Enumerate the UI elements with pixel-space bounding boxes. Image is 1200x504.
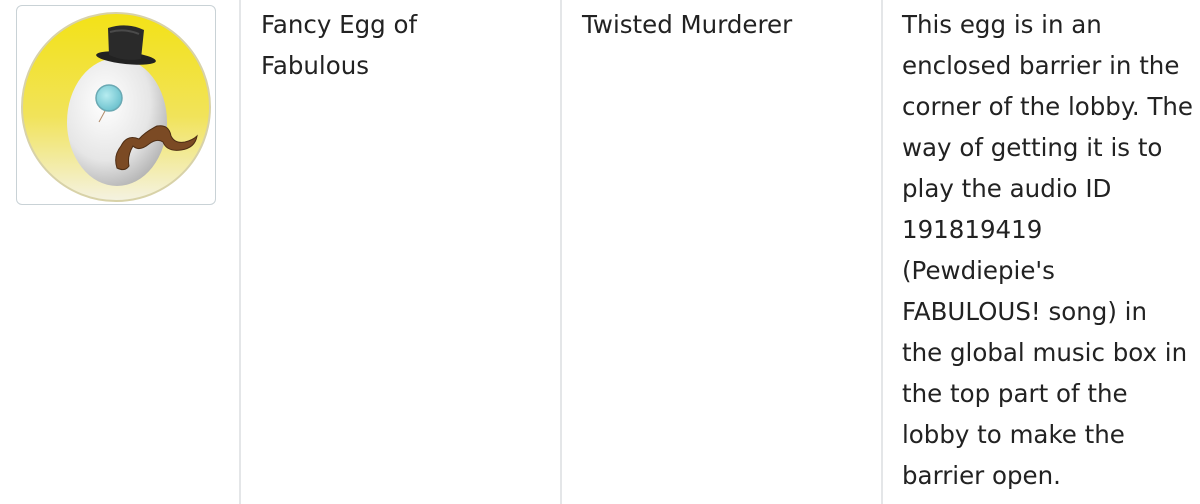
egg-description: This egg is in an enclosed barrier in th… — [902, 10, 1194, 490]
egg-name-cell: Fancy Egg of Fabulous — [241, 0, 561, 504]
egg-name: Fancy Egg of Fabulous — [261, 10, 418, 80]
egg-image-cell — [0, 0, 240, 504]
egg-image[interactable] — [16, 5, 216, 205]
egg-location-cell: Twisted Murderer — [562, 0, 882, 504]
egg-description-cell: This egg is in an enclosed barrier in th… — [883, 0, 1200, 504]
fancy-egg-icon — [21, 12, 211, 202]
table-row: Fancy Egg of Fabulous Twisted Murderer T… — [0, 0, 1200, 504]
egg-location: Twisted Murderer — [582, 10, 793, 39]
